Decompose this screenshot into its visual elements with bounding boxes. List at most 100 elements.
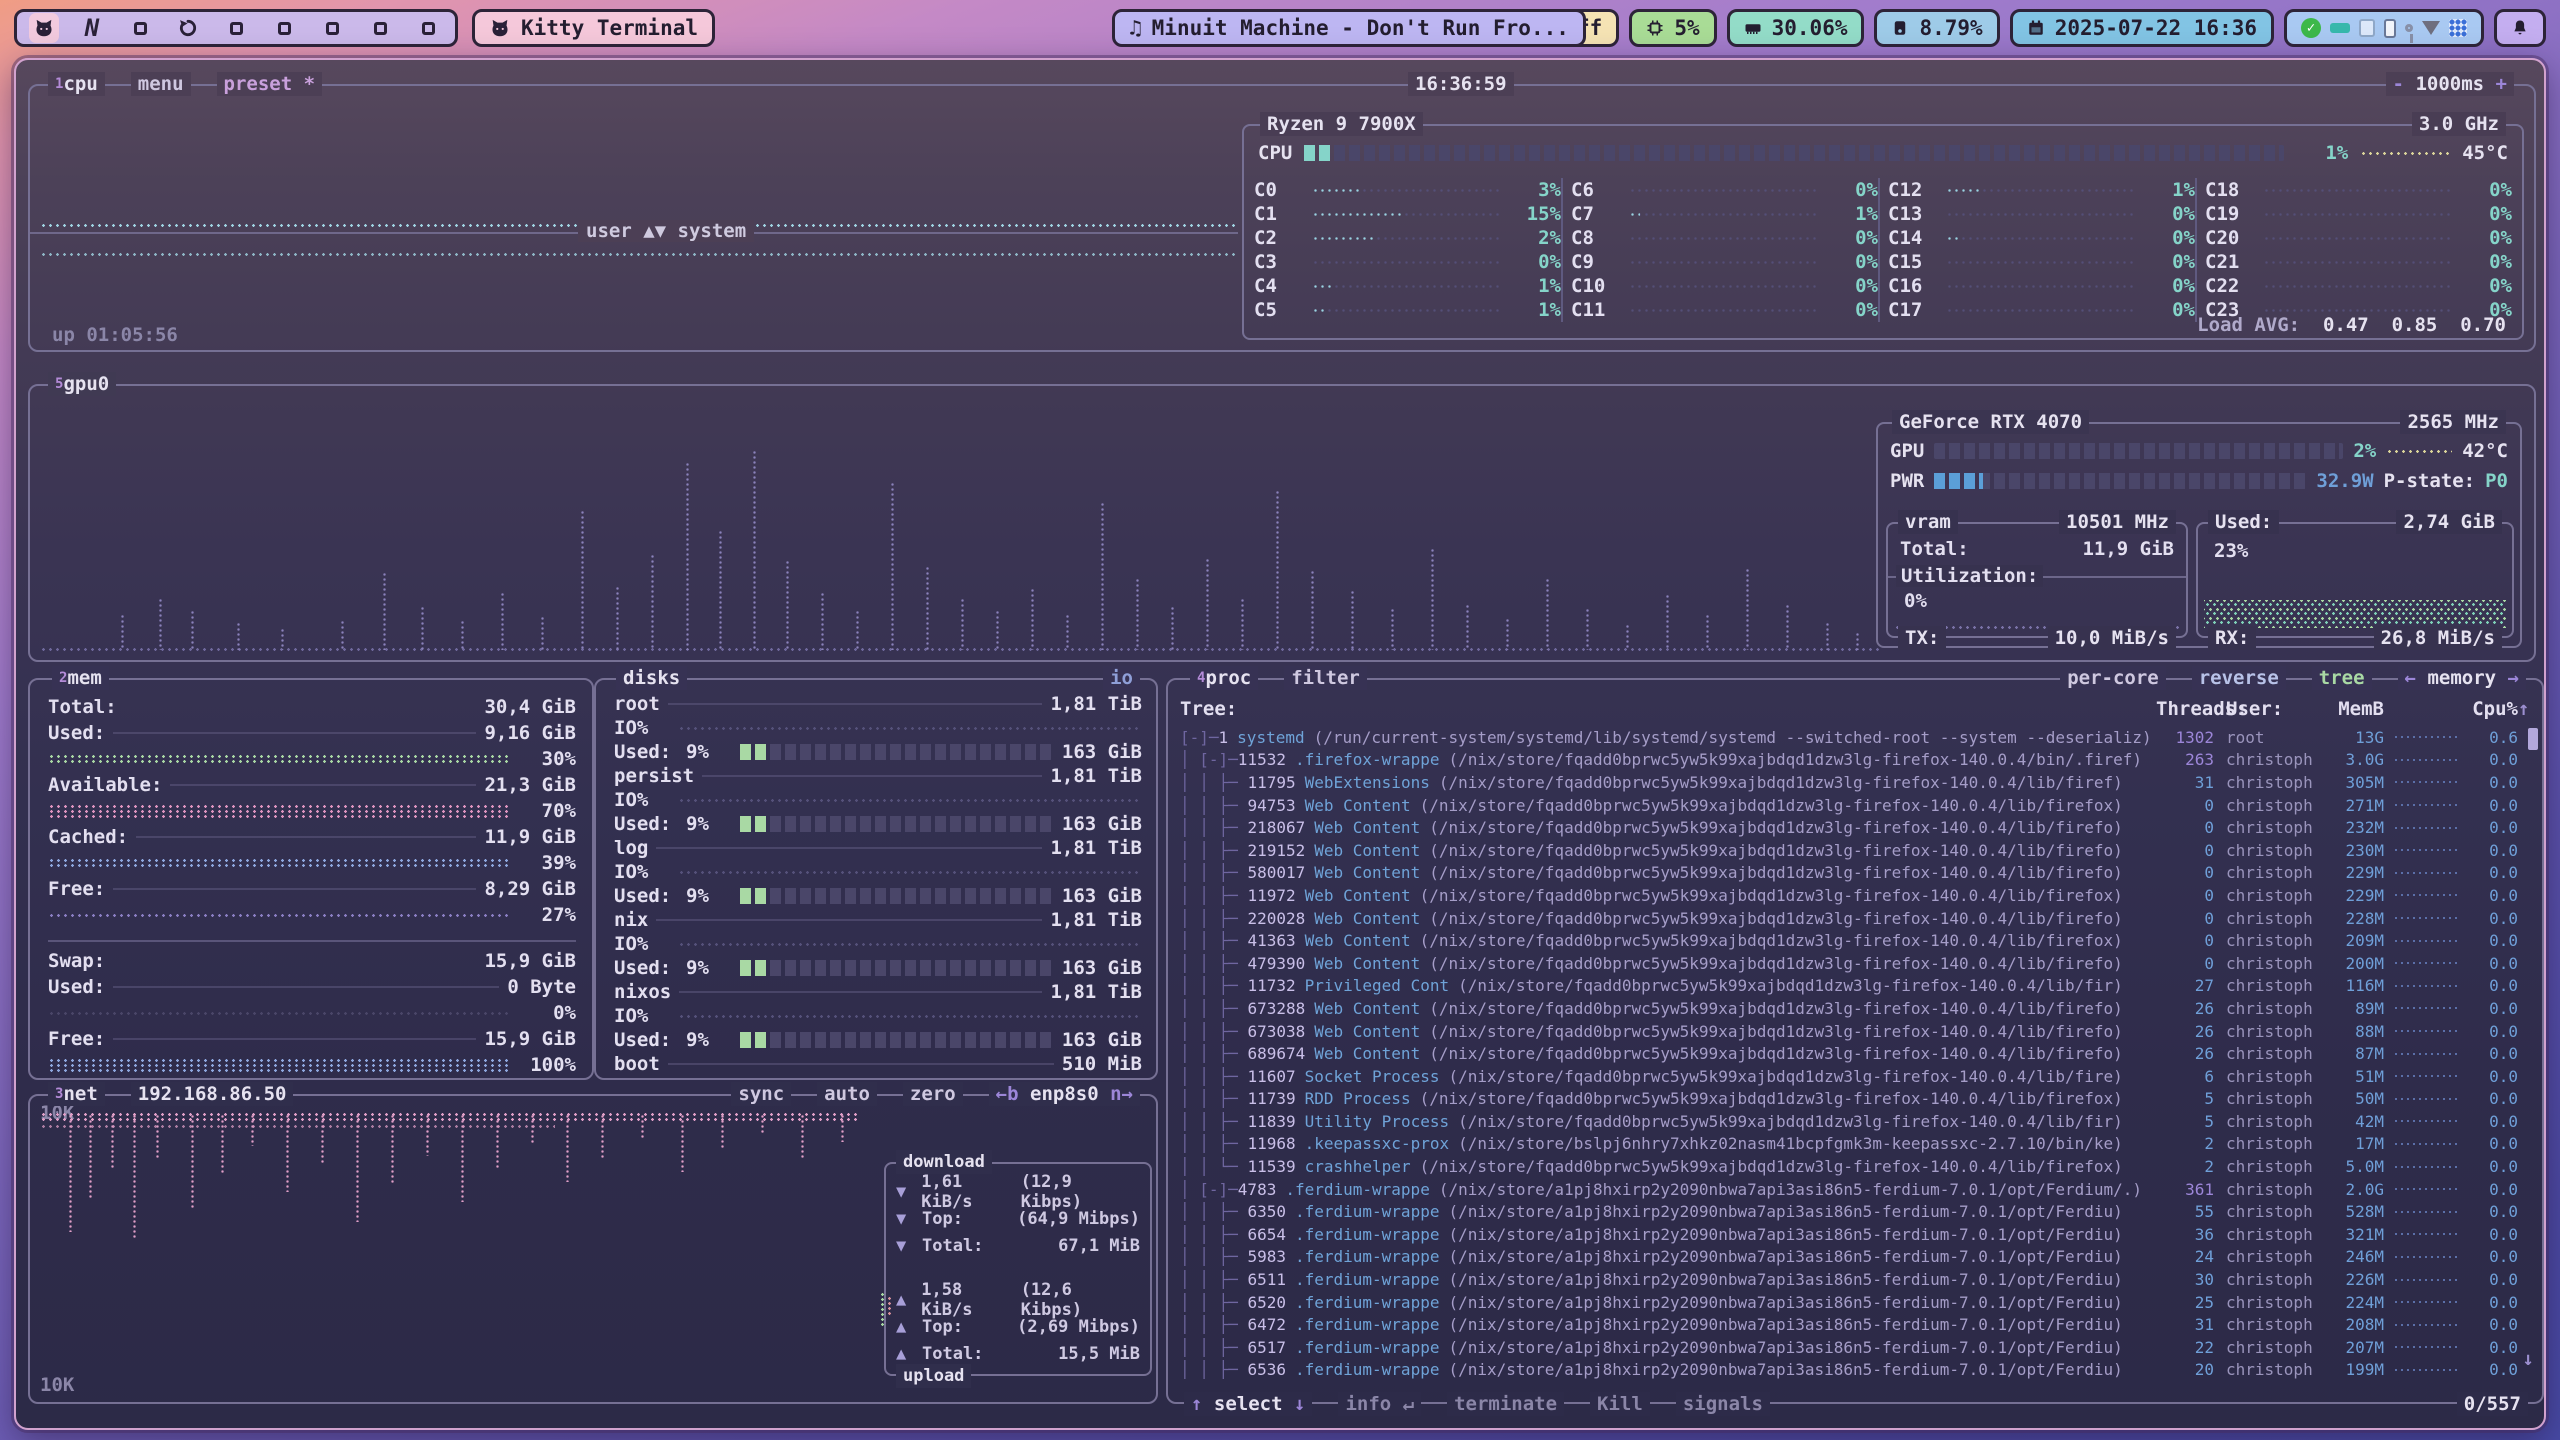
process-row[interactable]: │ │ └─ 11539crashhelper(/nix/store/fqadd… — [1180, 1155, 2530, 1178]
workspace-8[interactable] — [365, 13, 395, 43]
process-row[interactable]: │ │ ├─ 6520.ferdium-wrappe(/nix/store/a1… — [1180, 1291, 2530, 1314]
grid-icon[interactable] — [2449, 19, 2467, 37]
media-player-widget[interactable]: ♫ Minuit Machine - Don't Run Fro... — [1112, 9, 1586, 47]
gpu-meter-label: GPU — [1890, 440, 1924, 462]
column-tree[interactable]: Tree: — [1180, 698, 2156, 720]
process-row[interactable]: │ │ ├─ 218067Web Content(/nix/store/fqad… — [1180, 816, 2530, 839]
vram-total-label: Total: — [1900, 538, 1969, 560]
process-row[interactable]: │ │ ├─ 580017Web Content(/nix/store/fqad… — [1180, 862, 2530, 885]
sync-button[interactable]: sync — [731, 1082, 791, 1106]
terminate-button[interactable]: terminate — [1447, 1392, 1564, 1416]
memory-row: Available: 21,3 GiB — [48, 772, 576, 798]
process-row[interactable]: │ │ ├─ 6517.ferdium-wrappe(/nix/store/a1… — [1180, 1336, 2530, 1359]
process-row[interactable]: │ │ ├─ 11795WebExtensions(/nix/store/fqa… — [1180, 771, 2530, 794]
process-row[interactable]: │ │ ├─ 11968.keepassxc-prox(/nix/store/b… — [1180, 1133, 2530, 1156]
select-control[interactable]: ↑ select ↓ — [1184, 1392, 1312, 1416]
process-row[interactable]: │ │ ├─ 11839Utility Process(/nix/store/f… — [1180, 1110, 2530, 1133]
reverse-button[interactable]: reverse — [2192, 666, 2286, 690]
tray-icons-group: ✓ — [2284, 9, 2484, 47]
process-row[interactable]: │ │ ├─ 220028Web Content(/nix/store/fqad… — [1180, 907, 2530, 930]
workspace-1-cat-icon[interactable] — [29, 13, 59, 43]
process-mem-graph — [2393, 1323, 2457, 1327]
process-row[interactable]: │ │ ├─ 11739RDD Process(/nix/store/fqadd… — [1180, 1088, 2530, 1111]
io-mode-button[interactable]: io — [1103, 666, 1140, 690]
gpu-graph-spike — [1505, 618, 1510, 650]
process-row[interactable]: │ │ ├─ 5983.ferdium-wrappe(/nix/store/a1… — [1180, 1246, 2530, 1269]
tree-button[interactable]: tree — [2312, 666, 2372, 690]
workspace-5[interactable] — [221, 13, 251, 43]
column-memb[interactable]: MemB — [2324, 698, 2384, 720]
kitty-terminal-window: 1cpu menu preset * 16:36:59 - 1000ms + u… — [14, 58, 2546, 1430]
process-row[interactable]: │ │ ├─ 41363Web Content(/nix/store/fqadd… — [1180, 929, 2530, 952]
column-user[interactable]: User: — [2214, 698, 2324, 720]
disk-entry: nixos1,81 TiB IO% Used:9%163 GiB — [614, 980, 1142, 1052]
vram-used-box: Used: 2,74 GiB 23% RX: 26,8 MiB/s — [2196, 522, 2514, 638]
process-row[interactable]: │ │ ├─ 6511.ferdium-wrappe(/nix/store/a1… — [1180, 1268, 2530, 1291]
process-row[interactable]: │ │ ├─ 689674Web Content(/nix/store/fqad… — [1180, 1042, 2530, 1065]
process-row[interactable]: │ │ ├─ 6472.ferdium-wrappe(/nix/store/a1… — [1180, 1313, 2530, 1336]
process-row[interactable]: [-]─1systemd(/run/current-system/systemd… — [1180, 726, 2530, 749]
process-row[interactable]: │ │ ├─ 673288Web Content(/nix/store/fqad… — [1180, 997, 2530, 1020]
net-stats-box: download ▼ 1,61 KiB/s (12,9 Kibps) ▼ Top… — [884, 1162, 1152, 1376]
cpu-widget[interactable]: 5% — [1629, 9, 1716, 47]
preset-button[interactable]: preset * — [217, 72, 323, 96]
process-row[interactable]: │ │ ├─ 11607Socket Process(/nix/store/fq… — [1180, 1065, 2530, 1088]
gpu-graph-spike — [752, 450, 757, 650]
active-window-title[interactable]: Kitty Terminal — [472, 9, 715, 47]
disk-widget[interactable]: 8.79% — [1874, 9, 1999, 47]
gpu-graph-spike — [1825, 622, 1830, 650]
glasses-icon[interactable] — [2330, 23, 2350, 33]
workspace-3[interactable] — [125, 13, 155, 43]
clipboard-icon[interactable] — [2359, 19, 2375, 37]
sort-column-switcher[interactable]: ← memory → — [2398, 666, 2526, 690]
filter-button[interactable]: filter — [1284, 666, 1367, 690]
process-row[interactable]: │ │ ├─ 6536.ferdium-wrappe(/nix/store/a1… — [1180, 1359, 2530, 1382]
kill-button[interactable]: Kill — [1590, 1392, 1650, 1416]
interface-switcher[interactable]: ←b enp8s0 n→ — [989, 1082, 1140, 1106]
auto-button[interactable]: auto — [817, 1082, 877, 1106]
process-row[interactable]: │ │ ├─ 11972Web Content(/nix/store/fqadd… — [1180, 884, 2530, 907]
memory-panel: 2mem Total: 30,4 GiB Used: 9,16 GiB — [28, 678, 594, 1080]
process-row[interactable]: │ │ ├─ 479390Web Content(/nix/store/fqad… — [1180, 952, 2530, 975]
workspace-4-restart-icon[interactable] — [173, 13, 203, 43]
core-row: C115% — [1254, 202, 1561, 226]
cpu-core-box: Ryzen 9 7900X 3.0 GHz CPU 1% 45°C C03%C1… — [1242, 124, 2524, 340]
process-row[interactable]: │ │ ├─ 673038Web Content(/nix/store/fqad… — [1180, 1020, 2530, 1043]
gpu-graph-spike — [1785, 604, 1790, 650]
signals-button[interactable]: signals — [1676, 1392, 1770, 1416]
core-row: C121% — [1888, 178, 2195, 202]
phone-icon[interactable] — [2384, 19, 2396, 38]
clock-widget[interactable]: 2025-07-22 16:36 — [2010, 9, 2274, 47]
info-button[interactable]: info ↵ — [1338, 1392, 1421, 1416]
column-cpu[interactable]: Cpu% — [2466, 698, 2518, 720]
scrollbar-thumb[interactable] — [2528, 728, 2538, 750]
scroll-down-icon[interactable]: ↓ — [2523, 1348, 2534, 1370]
memory-widget[interactable]: 30.06% — [1727, 9, 1865, 47]
process-row[interactable]: │ │ ├─ 6654.ferdium-wrappe(/nix/store/a1… — [1180, 1223, 2530, 1246]
per-core-button[interactable]: per-core — [2060, 666, 2166, 690]
menu-button[interactable]: menu — [131, 72, 191, 96]
process-row[interactable]: │ │ ├─ 219152Web Content(/nix/store/fqad… — [1180, 839, 2530, 862]
column-threads[interactable]: Threads: — [2156, 698, 2214, 720]
process-row[interactable]: │ [-]─11532.firefox-wrappe(/nix/store/fq… — [1180, 749, 2530, 772]
process-row[interactable]: │ │ ├─ 6350.ferdium-wrappe(/nix/store/a1… — [1180, 1200, 2530, 1223]
net-graph-spike — [132, 1114, 137, 1240]
core-row: C90% — [1571, 250, 1878, 274]
process-row[interactable]: │ [-]─4783.ferdium-wrappe(/nix/store/a1p… — [1180, 1178, 2530, 1201]
gpu-graph-spike — [1855, 632, 1860, 650]
key-icon[interactable] — [2405, 24, 2413, 32]
process-row[interactable]: │ │ ├─ 94753Web Content(/nix/store/fqadd… — [1180, 794, 2530, 817]
chip-icon — [1646, 19, 1664, 37]
process-row[interactable]: │ │ ├─ 11732Privileged Cont(/nix/store/f… — [1180, 975, 2530, 998]
notifications-widget[interactable] — [2494, 9, 2546, 47]
check-icon[interactable]: ✓ — [2301, 18, 2321, 38]
update-interval-control[interactable]: - 1000ms + — [2386, 72, 2514, 96]
funnel-icon[interactable] — [2422, 21, 2440, 35]
workspace-7[interactable] — [317, 13, 347, 43]
gpu-power-value: 32.9W — [2316, 470, 2373, 492]
workspace-6[interactable] — [269, 13, 299, 43]
zero-button[interactable]: zero — [903, 1082, 963, 1106]
workspace-9[interactable] — [413, 13, 443, 43]
memory-row: 100% — [48, 1052, 576, 1078]
workspace-2-obsidian-icon[interactable]: N — [77, 13, 107, 43]
